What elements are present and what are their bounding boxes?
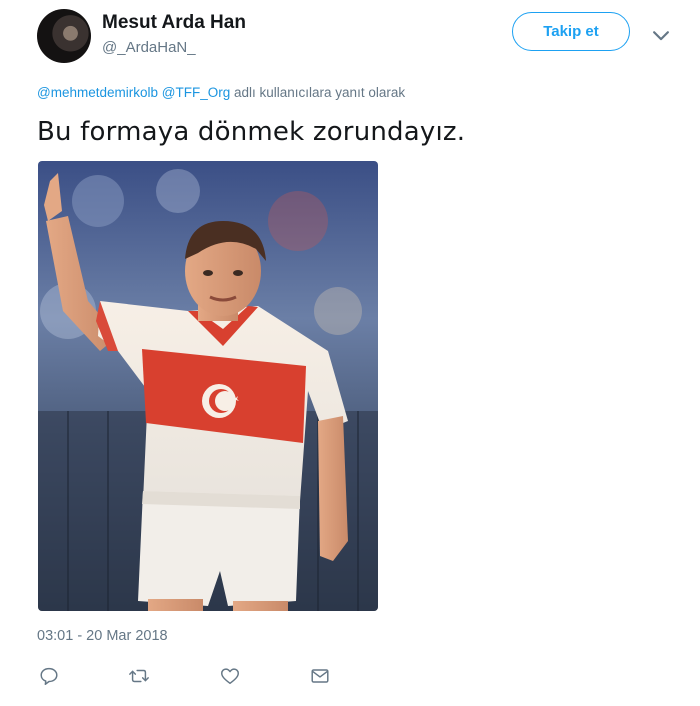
author-display-name[interactable]: Mesut Arda Han	[102, 12, 246, 34]
tweet-actions	[0, 662, 700, 692]
tweet-timestamp[interactable]: 03:01 - 20 Mar 2018	[37, 628, 168, 644]
like-icon[interactable]	[219, 665, 241, 687]
tweet-text: Bu formaya dönmek zorundayız.	[37, 117, 466, 147]
retweet-icon[interactable]	[128, 665, 150, 687]
mention-link[interactable]: @TFF_Org	[162, 85, 230, 100]
reply-context-suffix: adlı kullanıcılara yanıt olarak	[234, 85, 406, 100]
chevron-down-icon[interactable]	[650, 24, 669, 41]
reply-icon[interactable]	[38, 665, 60, 687]
reply-context: @mehmetdemirkolb @TFF_Org adlı kullanıcı…	[37, 85, 405, 100]
author-handle[interactable]: @_ArdaHaN_	[102, 39, 196, 56]
avatar[interactable]	[37, 9, 91, 63]
mention-link[interactable]: @mehmetdemirkolb	[37, 85, 158, 100]
tweet-photo[interactable]	[38, 161, 378, 611]
player-photo-illustration	[38, 161, 378, 611]
follow-button[interactable]: Takip et	[512, 12, 630, 51]
direct-message-icon[interactable]	[309, 665, 331, 687]
